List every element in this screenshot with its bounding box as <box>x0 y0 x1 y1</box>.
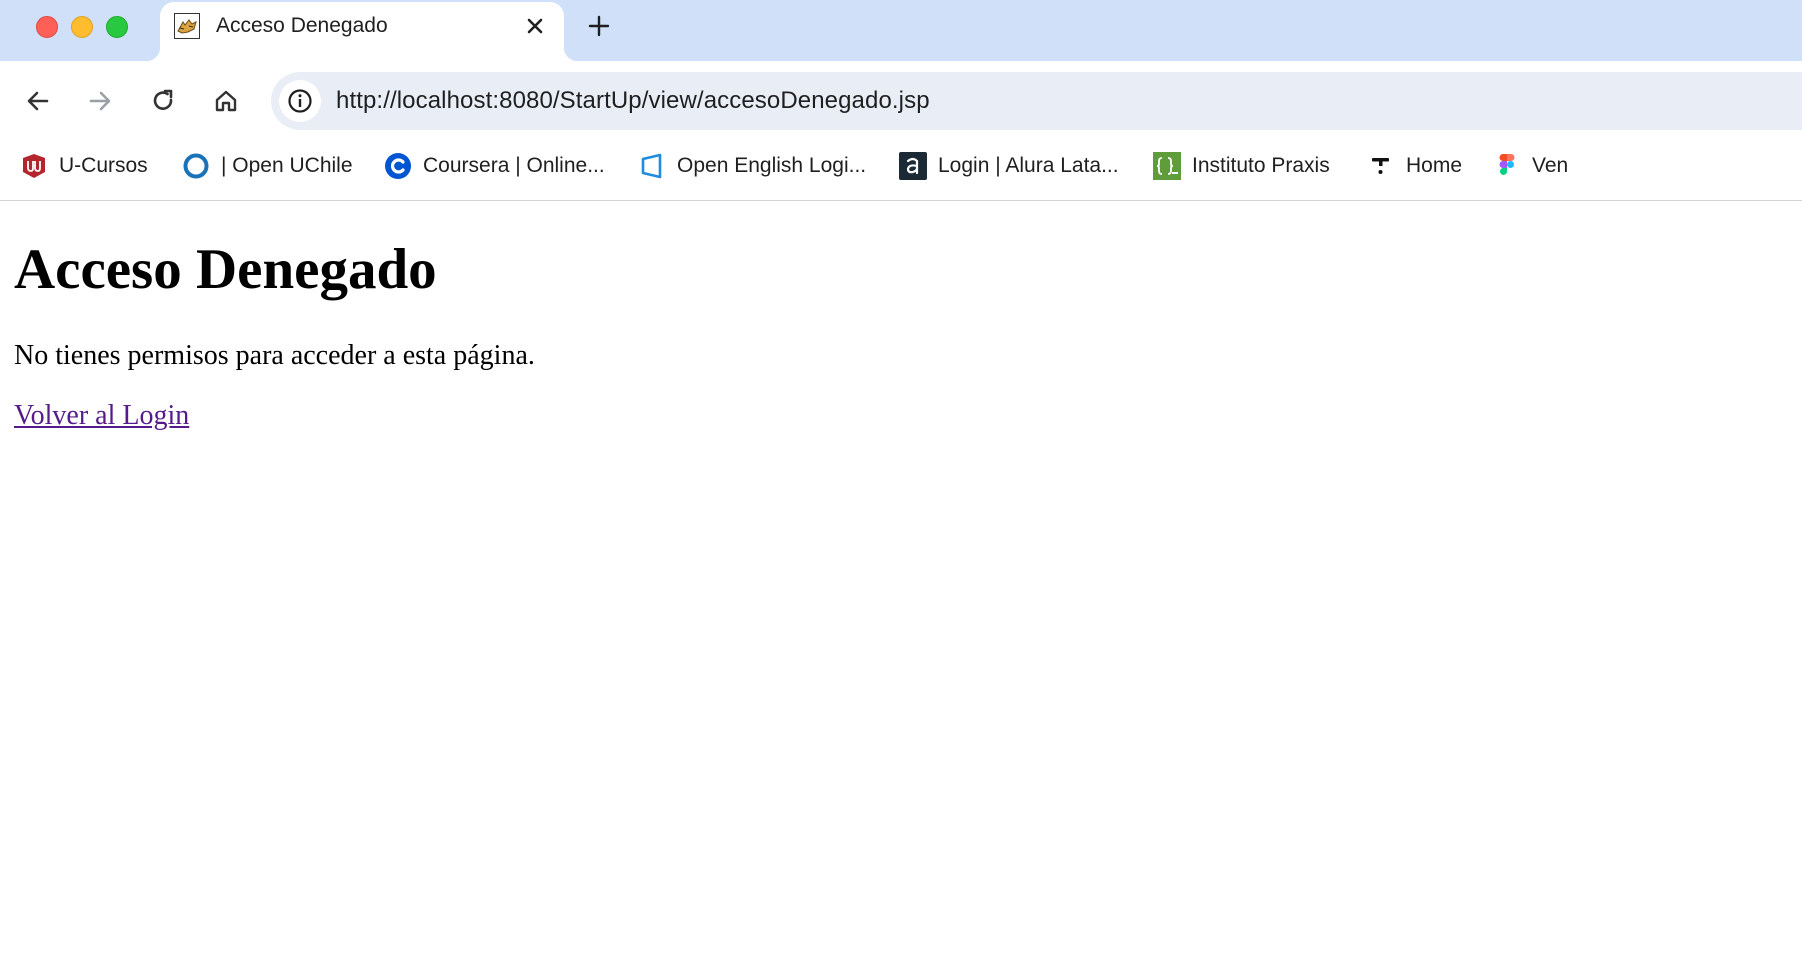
bookmarks-bar: U-Cursos | Open UChile Coursera | Online… <box>0 141 1802 201</box>
alura-icon <box>899 152 927 180</box>
bookmark-open-english[interactable]: Open English Logi... <box>638 150 866 182</box>
open-english-icon <box>638 152 666 180</box>
back-arrow-icon[interactable] <box>22 85 54 117</box>
tab-strip: Acceso Denegado <box>0 0 1802 61</box>
page-content: Acceso Denegado No tienes permisos para … <box>0 201 1802 964</box>
reload-icon[interactable] <box>147 85 179 117</box>
access-denied-message: No tienes permisos para acceder a esta p… <box>14 340 535 371</box>
tomcat-icon <box>174 13 200 39</box>
minimize-window-button[interactable] <box>71 16 93 38</box>
back-to-login-link[interactable]: Volver al Login <box>14 400 189 432</box>
address-bar[interactable]: http://localhost:8080/StartUp/view/acces… <box>271 72 1802 130</box>
home-bookmark-icon <box>1367 152 1395 180</box>
open-uchile-icon <box>182 152 210 180</box>
close-tab-icon[interactable] <box>522 13 548 39</box>
site-info-icon[interactable] <box>279 80 321 122</box>
bookmark-open-uchile[interactable]: | Open UChile <box>182 150 353 182</box>
coursera-icon <box>384 152 412 180</box>
bookmark-home[interactable]: Home <box>1367 150 1462 182</box>
bookmark-u-cursos[interactable]: U-Cursos <box>20 150 148 182</box>
active-tab[interactable]: Acceso Denegado <box>146 2 578 61</box>
bookmark-alura[interactable]: Login | Alura Lata... <box>899 150 1119 182</box>
maximize-window-button[interactable] <box>106 16 128 38</box>
browser-toolbar: http://localhost:8080/StartUp/view/acces… <box>0 61 1802 141</box>
praxis-icon <box>1153 152 1181 180</box>
new-tab-icon[interactable] <box>584 11 614 41</box>
bookmark-coursera[interactable]: Coursera | Online... <box>384 150 605 182</box>
url-text: http://localhost:8080/StartUp/view/acces… <box>336 87 930 114</box>
close-window-button[interactable] <box>36 16 58 38</box>
forward-arrow-icon[interactable] <box>84 85 116 117</box>
page-title: Acceso Denegado <box>14 238 437 301</box>
home-icon[interactable] <box>210 85 242 117</box>
bookmark-instituto-praxis[interactable]: Instituto Praxis <box>1153 150 1330 182</box>
tab-title: Acceso Denegado <box>216 14 388 37</box>
figma-icon <box>1493 152 1521 180</box>
bookmark-figma[interactable]: Ven <box>1493 150 1568 182</box>
u-cursos-icon <box>20 152 48 180</box>
